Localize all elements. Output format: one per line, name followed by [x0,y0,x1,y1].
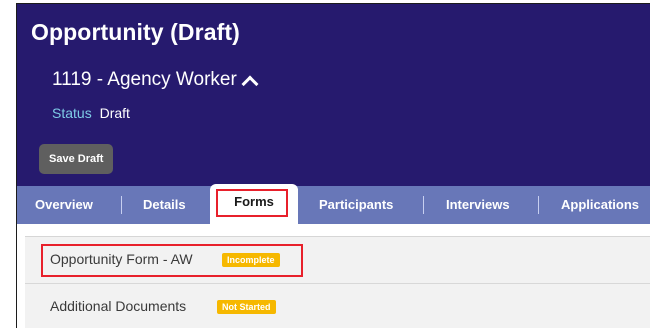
forms-list: Opportunity Form - AW Incomplete Additio… [25,236,650,328]
list-item[interactable]: Additional Documents Not Started [25,284,650,328]
tab-interviews[interactable]: Interviews [446,186,510,224]
tab-forms[interactable]: Forms [210,184,298,224]
tab-applications[interactable]: Applications [561,186,639,224]
tab-forms-label: Forms [234,194,274,209]
save-draft-button[interactable]: Save Draft [39,144,114,174]
form-name: Additional Documents [50,298,187,314]
opportunity-panel: Opportunity (Draft) 1119 - Agency Worker… [16,3,650,328]
page-title: Opportunity (Draft) [31,19,240,45]
record-name: 1119 - Agency Worker [52,69,259,92]
tab-overview[interactable]: Overview [35,186,93,224]
record-name-label: 1119 - Agency Worker [52,69,237,90]
tab-divider [423,196,424,214]
list-item[interactable]: Opportunity Form - AW Incomplete [25,237,650,284]
chevron-up-icon[interactable] [241,75,259,92]
tab-divider [121,196,122,214]
page-header: Opportunity (Draft) 1119 - Agency Worker… [17,4,650,186]
tab-participants[interactable]: Participants [319,186,393,224]
status-value: Draft [99,105,130,121]
status-badge: Not Started [217,300,276,314]
tab-divider [538,196,539,214]
highlight-box [41,244,303,277]
status-row: Status Draft [52,105,130,121]
tab-details[interactable]: Details [143,186,186,224]
status-label: Status [52,105,92,121]
tab-bar: Overview Details Participants Interviews… [17,186,650,224]
